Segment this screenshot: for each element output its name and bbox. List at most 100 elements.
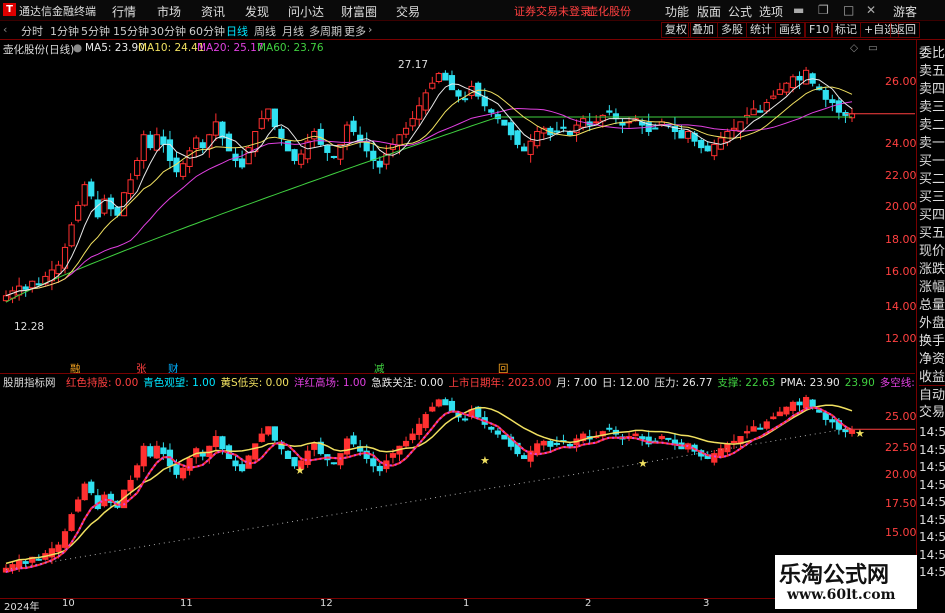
candle-body <box>724 131 731 143</box>
candle-body <box>284 140 292 152</box>
candle-body <box>566 131 574 136</box>
candle-body <box>461 98 469 101</box>
candle-body <box>501 434 508 440</box>
y-tick-26: 26.00 <box>885 75 917 88</box>
tab-weekly[interactable]: 周线 <box>254 23 276 39</box>
quote-side-panel: 委比 卖五 卖四 卖三 卖二 卖一 买一 买二 买三 买四 买五 现价 涨跌 涨幅 总量 外盘 换手 净资 收益 自… <box>916 40 945 609</box>
candle-body <box>435 73 442 83</box>
tick-time: 14:56 <box>919 565 945 579</box>
tab-trade[interactable]: 交易 <box>919 403 945 422</box>
login-notice[interactable]: 证券交易未登录 <box>514 3 591 19</box>
y-tick-22: 22.00 <box>885 169 917 182</box>
quote-field-label: 卖四 <box>919 82 945 97</box>
chevron-left-icon[interactable]: ‹ <box>3 23 7 36</box>
stats-button[interactable]: 统计 <box>746 22 776 38</box>
tick-time: 14:56 <box>919 530 945 544</box>
maximize-icon[interactable]: □ <box>843 3 854 17</box>
menu-options[interactable]: 选项 <box>759 3 783 20</box>
menu-trade[interactable]: 交易 <box>396 3 420 20</box>
candle-body <box>29 280 36 289</box>
candle-body <box>55 544 62 553</box>
candle-body <box>416 423 423 435</box>
watermark-title: 乐淘公式网 <box>779 562 890 588</box>
menu-wealth[interactable]: 财富圈 <box>341 3 377 20</box>
tab-5min[interactable]: 5分钟 <box>81 23 110 39</box>
candle-body <box>730 127 738 131</box>
menu-formula[interactable]: 公式 <box>728 3 752 20</box>
tab-intraday[interactable]: 分时 <box>21 23 43 39</box>
candle-body <box>330 462 338 465</box>
menu-news[interactable]: 资讯 <box>201 3 225 20</box>
tab-60min[interactable]: 60分钟 <box>189 23 225 39</box>
candle-body <box>61 531 69 548</box>
candle-body <box>520 455 528 459</box>
quote-field-label: 买二 <box>919 172 945 187</box>
tick-time: 14:54 <box>919 442 945 457</box>
date-label: 11 <box>180 598 193 609</box>
quote-field-label: 卖二 <box>919 118 945 133</box>
candle-body <box>835 100 842 113</box>
candle-body <box>219 436 226 450</box>
menu-layout[interactable]: 版面 <box>697 3 721 20</box>
candle-body <box>81 483 88 501</box>
candle-body <box>127 179 134 195</box>
candle-body <box>304 450 311 466</box>
tick-time: 14:54 <box>919 460 945 474</box>
candle-body <box>658 436 665 440</box>
candle-body <box>770 95 777 99</box>
main-kline-panel[interactable]: 壶化股份(日线) ● MA5: 23.90 MA10: 24.41 MA20: … <box>0 40 917 375</box>
draw-button[interactable]: 画线 <box>775 22 805 38</box>
candle-body <box>632 433 639 437</box>
f10-button[interactable]: F10 <box>805 22 834 38</box>
candle-body <box>606 427 613 430</box>
overlay-button[interactable]: 叠加 <box>688 22 718 38</box>
y-tick-16: 16.00 <box>885 265 917 278</box>
menu-function[interactable]: 功能 <box>665 3 689 20</box>
tab-multi-period[interactable]: 多周期 <box>309 23 342 39</box>
minimize-icon[interactable]: ▬ <box>793 3 804 17</box>
tab-monthly[interactable]: 月线 <box>282 23 304 39</box>
window-icon[interactable]: ❐ <box>818 3 829 17</box>
menu-market[interactable]: 市场 <box>157 3 181 20</box>
candle-body <box>140 445 147 467</box>
menu-discover[interactable]: 发现 <box>245 3 269 20</box>
quote-field-label: 卖三 <box>919 100 945 115</box>
kline-chart[interactable] <box>0 40 915 369</box>
candle-body <box>540 440 547 446</box>
candle-body <box>730 440 738 444</box>
menu-ask[interactable]: 问小达 <box>288 3 324 20</box>
tick-time: 14:54 <box>919 425 945 439</box>
candle-body <box>488 109 495 113</box>
candle-body <box>88 481 95 494</box>
multi-stock-button[interactable]: 多股 <box>717 22 747 38</box>
tab-more[interactable]: 更多 <box>344 23 366 39</box>
tab-1min[interactable]: 1分钟 <box>50 23 79 39</box>
candle-body <box>429 406 436 412</box>
chevron-right-icon[interactable]: › <box>368 23 372 36</box>
candle-body <box>304 140 311 160</box>
stock-short-name: 壶化股份 <box>587 5 631 18</box>
adjust-button[interactable]: 复权 <box>661 22 691 38</box>
tick-time: 14:55 <box>919 495 945 509</box>
tab-auto[interactable]: 自动 <box>919 385 945 405</box>
candle-body <box>757 110 764 113</box>
quote-field-label: 买一 <box>919 154 945 169</box>
period-toolbar: ‹ 分时 1分钟 5分钟 15分钟 30分钟 60分钟 日线 周线 月线 多周期… <box>0 21 945 40</box>
candle-body <box>455 90 462 97</box>
candle-body <box>311 131 318 140</box>
tab-15min[interactable]: 15分钟 <box>113 23 149 39</box>
candle-body <box>789 76 797 89</box>
candle-body <box>173 463 180 475</box>
close-icon[interactable]: ✕ <box>866 3 876 17</box>
mark-button[interactable]: 标记 <box>831 22 861 38</box>
menu-quotes[interactable]: 行情 <box>112 3 136 20</box>
user-guest[interactable]: 游客 <box>893 3 917 20</box>
tab-daily[interactable]: 日线 <box>226 23 248 39</box>
date-label: 2024年 <box>4 602 40 613</box>
quote-field-label: 卖五 <box>919 64 945 79</box>
candle-body <box>553 130 560 133</box>
tab-30min[interactable]: 30分钟 <box>150 23 186 39</box>
candle-body <box>848 429 856 434</box>
back-button[interactable]: 返回 <box>890 22 920 38</box>
candle-body <box>553 442 560 445</box>
